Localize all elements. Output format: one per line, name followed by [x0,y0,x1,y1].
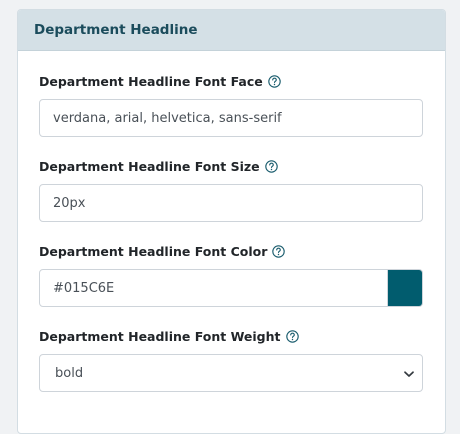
color-swatch[interactable] [388,269,423,307]
font-color-label-row: Department Headline Font Color [39,242,424,260]
font-face-label-row: Department Headline Font Face [39,72,424,90]
font-color-input[interactable] [39,269,389,307]
font-color-field: Department Headline Font Color [39,242,424,307]
font-weight-field: Department Headline Font Weight bold [39,327,424,392]
font-size-field: Department Headline Font Size [39,157,424,222]
font-face-input[interactable] [39,99,423,137]
font-face-field: Department Headline Font Face [39,72,424,137]
panel-body: Department Headline Font Face Department… [18,51,445,392]
question-circle-icon[interactable] [264,159,278,173]
font-size-label-row: Department Headline Font Size [39,157,424,175]
font-size-input[interactable] [39,184,423,222]
panel-header: Department Headline [18,10,445,51]
question-circle-icon[interactable] [267,74,281,88]
font-weight-label-row: Department Headline Font Weight [39,327,424,345]
panel-title: Department Headline [34,22,198,38]
font-size-label: Department Headline Font Size [39,158,260,174]
font-weight-selected-value: bold [55,365,84,381]
question-circle-icon[interactable] [285,329,299,343]
font-weight-select[interactable]: bold [39,354,423,392]
department-headline-panel: Department Headline Department Headline … [17,9,446,434]
font-face-label: Department Headline Font Face [39,73,263,89]
font-color-input-group [39,269,423,307]
chevron-down-icon [403,368,415,380]
font-weight-label: Department Headline Font Weight [39,328,281,344]
font-color-label: Department Headline Font Color [39,243,268,259]
question-circle-icon[interactable] [272,244,286,258]
